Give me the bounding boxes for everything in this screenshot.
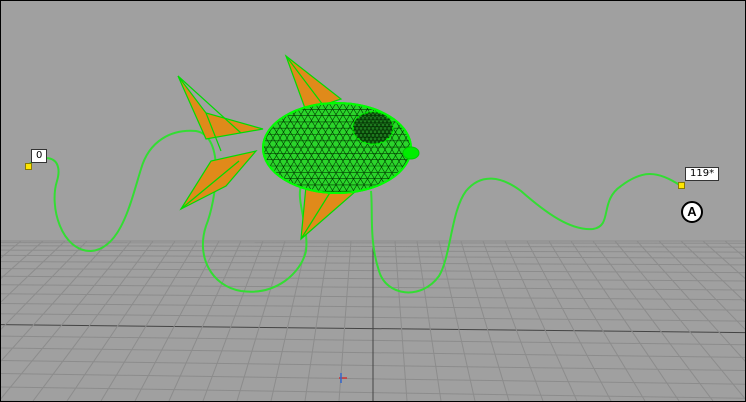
3d-viewport[interactable]: 0 119* A bbox=[0, 0, 746, 402]
end-frame-label: 119* bbox=[685, 167, 720, 181]
start-keyframe-marker[interactable] bbox=[25, 163, 32, 170]
fish-body[interactable] bbox=[135, 102, 537, 194]
fish-mouth bbox=[402, 146, 420, 160]
start-frame-label: 0 bbox=[31, 149, 48, 163]
ground-grid bbox=[1, 240, 745, 401]
scene-canvas[interactable] bbox=[1, 1, 745, 401]
end-keyframe-marker[interactable] bbox=[678, 182, 685, 189]
tail-fin-upper[interactable] bbox=[177, 75, 264, 140]
annotation-badge: A bbox=[681, 201, 703, 223]
